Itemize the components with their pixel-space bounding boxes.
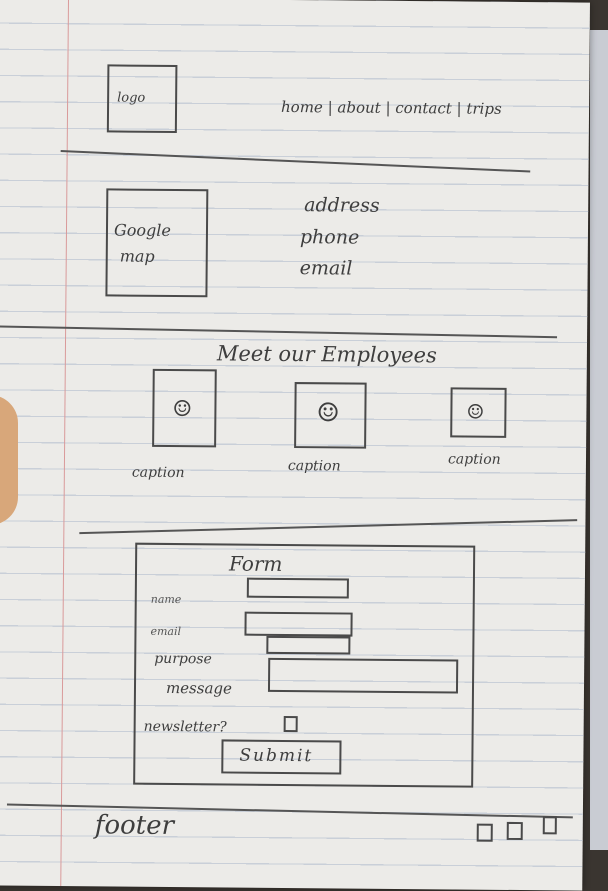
employee-caption-2: caption	[287, 458, 341, 475]
logo-placeholder: logo	[106, 64, 178, 134]
nav-item-home[interactable]: home	[281, 98, 323, 116]
notebook-page: logo home | about | contact | trips Goog…	[0, 0, 590, 891]
newsletter-label: newsletter?	[143, 718, 227, 736]
footer-social-icon-3[interactable]	[542, 816, 557, 835]
employee-photo-3: ☺	[450, 387, 507, 438]
form-divider	[6, 803, 573, 819]
employee-photo-1: ☺	[152, 368, 217, 448]
newsletter-checkbox[interactable]	[283, 715, 298, 733]
nav-item-trips[interactable]: trips	[466, 100, 501, 118]
name-input[interactable]	[246, 577, 349, 599]
header-divider	[60, 150, 531, 173]
submit-label: Submit	[239, 745, 314, 767]
message-label: message	[165, 678, 232, 698]
smiley-icon: ☺	[172, 396, 193, 423]
contact-divider	[0, 325, 558, 339]
google-map-placeholder: Google map	[105, 188, 209, 298]
email-input[interactable]	[244, 611, 353, 637]
contact-email: email	[299, 257, 353, 280]
footer-label: footer	[94, 810, 175, 842]
employees-title: Meet our Employees	[216, 341, 437, 368]
footer-social-icon-1[interactable]	[476, 823, 493, 842]
submit-button[interactable]: Submit	[221, 739, 342, 775]
nav-item-about[interactable]: about	[337, 98, 380, 116]
map-label-line2: map	[119, 246, 155, 266]
email-label: email	[150, 624, 182, 639]
thumb	[0, 395, 18, 525]
footer-social-icon-2[interactable]	[506, 821, 523, 841]
employees-divider	[79, 519, 578, 535]
employee-caption-3: caption	[447, 451, 501, 468]
purpose-label: purpose	[154, 650, 212, 668]
contact-phone: phone	[299, 226, 360, 249]
contact-address: address	[304, 194, 380, 217]
nav-bar: home | about | contact | trips	[280, 97, 502, 118]
margin-line	[60, 0, 70, 887]
smiley-icon: ☺	[316, 398, 340, 429]
smiley-icon: ☺	[466, 399, 485, 424]
employee-caption-1: caption	[131, 464, 185, 482]
form-title: Form	[228, 551, 283, 576]
logo-label: logo	[117, 90, 146, 106]
contact-form: Form name email purpose message newslett…	[133, 542, 476, 788]
message-textarea[interactable]	[267, 657, 459, 694]
nav-item-contact[interactable]: contact	[395, 99, 452, 117]
employee-photo-2: ☺	[294, 382, 367, 449]
map-label-line1: Google	[113, 220, 171, 240]
purpose-input[interactable]	[266, 635, 351, 655]
name-label: name	[150, 592, 182, 607]
next-notebook-page	[590, 30, 608, 850]
